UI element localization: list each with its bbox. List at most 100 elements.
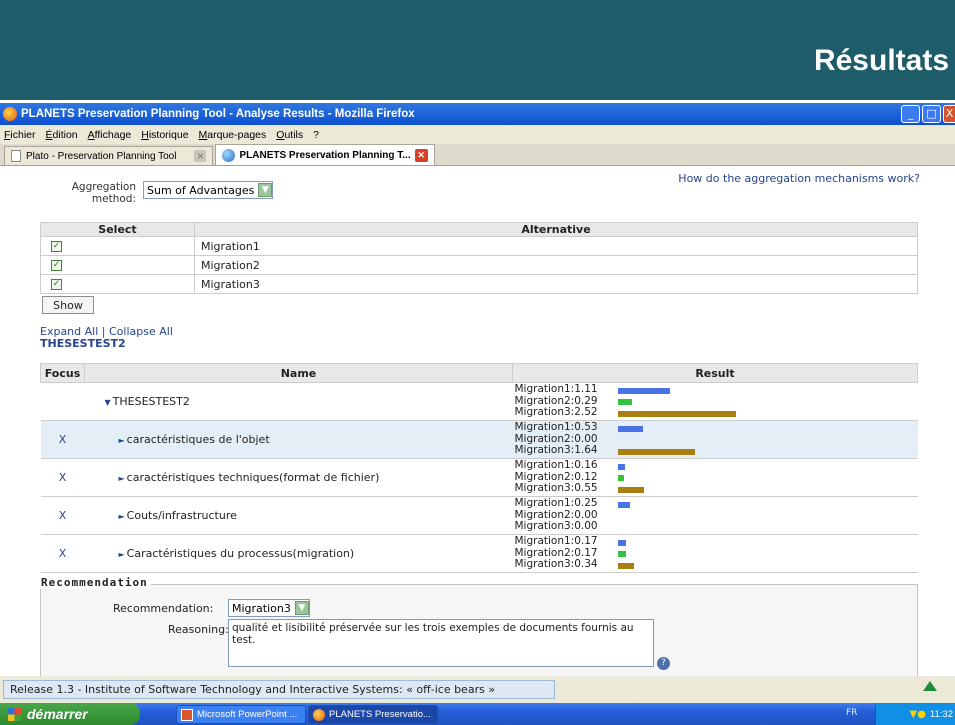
result-cell: Migration1:0.25 Migration2:0.00 Migration3… xyxy=(512,496,918,535)
tab-planets-active[interactable]: PLANETS Preservation Planning T... ✕ xyxy=(215,144,435,165)
result-row: X ► Caractéristiques du processus(migratio… xyxy=(40,534,918,573)
alternative-checkbox[interactable]: ✓ xyxy=(51,279,62,290)
focus-cell[interactable]: X xyxy=(40,534,85,573)
language-indicator[interactable]: FR xyxy=(846,708,857,718)
result-value: Migration3:0.55 xyxy=(514,482,598,495)
start-button[interactable]: démarrer xyxy=(0,703,140,725)
table-row: ✓ Migration3 xyxy=(40,274,918,294)
name-column-header: Name xyxy=(84,363,513,383)
result-bar xyxy=(617,399,632,405)
name-cell: ► caractéristiques techniques(format de f… xyxy=(84,458,513,497)
close-tab-icon[interactable]: ✕ xyxy=(194,150,207,162)
result-bar xyxy=(617,539,626,546)
reasoning-textarea[interactable]: qualité et lisibilité préservée sur les … xyxy=(228,619,654,667)
focus-cell[interactable]: X xyxy=(40,496,85,535)
taskbar-powerpoint-button[interactable]: Microsoft PowerPoint ... xyxy=(176,705,306,724)
recommendation-legend: Recommendation xyxy=(39,576,151,589)
alternative-name: Migration1 xyxy=(194,236,918,256)
aggregation-method-label: Aggregation method: xyxy=(71,181,136,205)
result-value: Migration3:0.00 xyxy=(514,520,598,533)
help-icon[interactable]: ? xyxy=(657,657,670,670)
criterion-name[interactable]: caractéristiques techniques(format de fi… xyxy=(127,471,380,484)
window-titlebar[interactable]: PLANETS Preservation Planning Tool - Ana… xyxy=(0,103,955,125)
browser-status-bar: Release 1.3 - Institute of Software Tech… xyxy=(0,676,955,703)
slide-title: Résultats xyxy=(813,44,949,77)
name-cell: ► Couts/infrastructure xyxy=(84,496,513,535)
expand-arrow-icon[interactable]: ► xyxy=(119,512,125,521)
chevron-down-icon[interactable]: ▼ xyxy=(294,601,309,615)
result-cell: Migration1:0.53 Migration2:0.00 Migration3… xyxy=(512,420,918,459)
table-row: ✓ Migration2 xyxy=(40,255,918,275)
criterion-name[interactable]: Couts/infrastructure xyxy=(127,509,237,522)
aggregation-method-select[interactable]: Sum of Advantages ▼ xyxy=(143,181,274,199)
task-label: PLANETS Preservatio... xyxy=(329,709,431,720)
collapse-arrow-icon[interactable]: ▼ xyxy=(105,398,111,407)
alternative-checkbox[interactable]: ✓ xyxy=(51,260,62,271)
focus-cell[interactable]: X xyxy=(40,458,85,497)
recommendation-selected-value: Migration3 xyxy=(232,601,291,615)
name-cell: ▼ THESESTEST2 xyxy=(84,382,513,421)
result-bar xyxy=(617,387,670,394)
slide-header-band: Résultats xyxy=(0,0,955,100)
menu-outils[interactable]: Outils xyxy=(272,129,309,141)
windows-taskbar: démarrer Microsoft PowerPoint ... PLANET… xyxy=(0,703,955,725)
close-window-button[interactable]: X xyxy=(943,105,955,123)
alternative-name: Migration2 xyxy=(194,255,918,275)
menu-affichage[interactable]: Affichage xyxy=(84,129,138,141)
firefox-icon xyxy=(3,107,17,121)
expand-arrow-icon[interactable]: ► xyxy=(119,550,125,559)
globe-icon xyxy=(222,148,236,162)
menu-edition[interactable]: Édition xyxy=(42,129,84,141)
aggregation-help-link[interactable]: How do the aggregation mechanisms work? xyxy=(678,172,920,185)
result-cell: Migration1:0.16 Migration2:0.12 Migration3… xyxy=(512,458,918,497)
expand-arrow-icon[interactable]: ► xyxy=(119,436,125,445)
scroll-to-top-icon[interactable] xyxy=(923,681,937,691)
focus-cell[interactable]: X xyxy=(40,420,85,459)
chevron-down-icon[interactable]: ▼ xyxy=(258,183,273,197)
status-text: Release 1.3 - Institute of Software Tech… xyxy=(3,680,555,699)
expand-arrow-icon[interactable]: ► xyxy=(119,474,125,483)
start-label: démarrer xyxy=(27,706,88,722)
close-tab-icon[interactable]: ✕ xyxy=(414,148,428,162)
results-body: ▼ THESESTEST2 Migration1:1.11 Migration2:0.… xyxy=(40,382,918,573)
aggregation-selected-value: Sum of Advantages xyxy=(147,183,255,197)
result-line: Migration3:2.52 xyxy=(515,407,918,419)
result-line: Migration3:0.55 xyxy=(515,483,918,495)
criterion-name[interactable]: caractéristiques de l'objet xyxy=(127,433,270,446)
tree-root-link[interactable]: THESESTEST2 xyxy=(40,337,126,350)
taskbar-firefox-button[interactable]: PLANETS Preservatio... xyxy=(308,705,438,724)
maximize-button[interactable]: □ xyxy=(922,105,941,123)
recommendation-select[interactable]: Migration3 ▼ xyxy=(228,599,310,617)
tray-icons[interactable]: ▼● xyxy=(910,709,926,720)
page-content: Aggregation method: Sum of Advantages ▼ … xyxy=(0,166,955,676)
criterion-name[interactable]: THESESTEST2 xyxy=(113,395,190,408)
system-tray: ▼● 11:32 xyxy=(875,703,955,725)
result-row: X ► Couts/infrastructure Migration1:0.25 Mig… xyxy=(40,496,918,535)
reasoning-label: Reasoning: xyxy=(168,623,229,636)
alternative-checkbox[interactable]: ✓ xyxy=(51,241,62,252)
result-row: X ► caractéristiques techniques(format de … xyxy=(40,458,918,497)
result-row: X ► caractéristiques de l'objet Migration1:… xyxy=(40,420,918,459)
recommendation-label: Recommendation: xyxy=(113,602,214,615)
menu-marque-pages[interactable]: Marque-pages xyxy=(195,129,273,141)
clock: 11:32 xyxy=(929,708,953,720)
result-value: Migration3:0.34 xyxy=(514,558,598,571)
show-button[interactable]: Show xyxy=(42,296,94,314)
result-value: Migration3:2.52 xyxy=(514,406,598,419)
menu-help[interactable]: ? xyxy=(309,129,325,141)
result-row: ▼ THESESTEST2 Migration1:1.11 Migration2:0.… xyxy=(40,382,918,421)
tab-plato[interactable]: Plato - Preservation Planning Tool ✕ xyxy=(4,146,214,165)
tab-label: Plato - Preservation Planning Tool xyxy=(26,150,177,162)
minimize-button[interactable]: _ xyxy=(901,105,920,123)
result-bar xyxy=(617,501,630,508)
result-bar xyxy=(617,475,624,481)
page-icon xyxy=(11,150,21,162)
tab-label: PLANETS Preservation Planning T... xyxy=(239,149,411,161)
alternatives-table: Select Alternative ✓ Migration1 ✓ Migrat… xyxy=(40,222,918,294)
menu-historique[interactable]: Historique xyxy=(137,129,194,141)
criterion-name[interactable]: Caractéristiques du processus(migration) xyxy=(127,547,355,560)
result-bar xyxy=(617,448,695,455)
result-bar xyxy=(617,410,736,417)
menu-fichier[interactable]: Fichier xyxy=(0,129,42,141)
result-bar xyxy=(617,551,626,557)
